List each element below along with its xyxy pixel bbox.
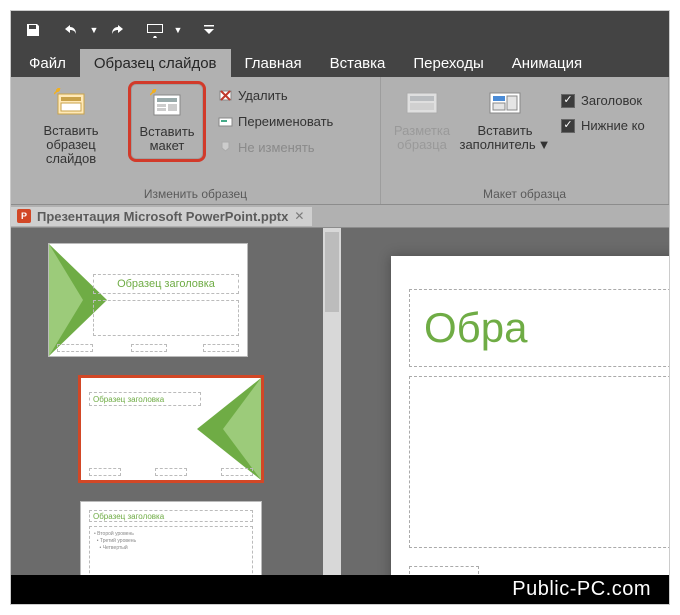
tab-slide-master[interactable]: Образец слайдов xyxy=(80,49,231,77)
slide-master-icon xyxy=(53,85,89,121)
insert-slide-master-label-1: Вставить xyxy=(43,124,98,138)
document-tab[interactable]: P Презентация Microsoft PowerPoint.pptx … xyxy=(11,207,312,226)
powerpoint-file-icon: P xyxy=(17,209,31,223)
tab-file[interactable]: Файл xyxy=(15,49,80,77)
insert-layout-button[interactable]: Вставить макет xyxy=(128,81,206,162)
workspace: Образец заголовка Образец заголовка xyxy=(11,228,669,604)
title-checkbox-label: Заголовок xyxy=(581,93,642,108)
master-layout-label-2: образца xyxy=(397,138,447,152)
thumbnails-scrollbar[interactable] xyxy=(323,228,341,604)
insert-placeholder-label-1: Вставить xyxy=(477,124,532,138)
delete-icon xyxy=(216,86,234,104)
layout-icon xyxy=(149,86,185,122)
slide-editor[interactable]: Обра xyxy=(341,228,669,604)
current-slide[interactable]: Обра xyxy=(391,256,669,596)
thumb-layout2-title: Образец заголовка xyxy=(93,512,164,521)
preserve-icon xyxy=(216,138,234,156)
scrollbar-handle[interactable] xyxy=(325,232,339,312)
undo-button[interactable] xyxy=(57,16,85,44)
footers-checkbox-row[interactable]: ✓ Нижние ко xyxy=(559,114,647,137)
delete-button[interactable]: Удалить xyxy=(213,83,336,107)
undo-dropdown[interactable]: ▼ xyxy=(87,16,101,44)
tab-home[interactable]: Главная xyxy=(231,49,316,77)
ribbon: Вставить образец слайдов Вставить макет xyxy=(11,77,669,205)
preserve-label: Не изменять xyxy=(238,140,315,155)
title-placeholder[interactable]: Обра xyxy=(409,289,669,367)
title-placeholder-text: Обра xyxy=(424,304,527,352)
insert-slide-master-label-2: образец слайдов xyxy=(22,138,120,166)
delete-label: Удалить xyxy=(238,88,288,103)
thumb-layout1-title: Образец заголовка xyxy=(93,395,164,404)
preserve-button[interactable]: Не изменять xyxy=(213,135,336,159)
content-placeholder[interactable] xyxy=(409,376,669,548)
save-button[interactable] xyxy=(19,16,47,44)
insert-placeholder-label-2: заполнитель▼ xyxy=(459,138,550,152)
document-tab-close[interactable]: ✕ xyxy=(294,209,304,223)
slide-master-thumbnail[interactable]: Образец заголовка xyxy=(49,244,247,356)
insert-layout-label-1: Вставить xyxy=(139,125,194,139)
qat-customize-button[interactable] xyxy=(195,16,223,44)
rename-button[interactable]: Переименовать xyxy=(213,109,336,133)
group-master-layout-label: Макет образца xyxy=(381,185,668,204)
chevron-down-icon: ▼ xyxy=(538,137,551,152)
insert-layout-label-2: макет xyxy=(150,139,185,153)
watermark: Public-PC.com xyxy=(11,575,669,604)
document-tab-label: Презентация Microsoft PowerPoint.pptx xyxy=(37,209,288,224)
tab-insert[interactable]: Вставка xyxy=(316,49,400,77)
footers-checkbox-label: Нижние ко xyxy=(581,118,645,133)
group-edit-master-label: Изменить образец xyxy=(11,185,380,204)
layout-thumbnail-1[interactable]: Образец заголовка xyxy=(81,378,261,480)
slideshow-button[interactable] xyxy=(141,16,169,44)
document-tab-bar: P Презентация Microsoft PowerPoint.pptx … xyxy=(11,205,669,228)
footers-checkbox[interactable]: ✓ xyxy=(561,119,575,133)
insert-slide-master-button[interactable]: Вставить образец слайдов xyxy=(17,81,125,171)
title-checkbox[interactable]: ✓ xyxy=(561,94,575,108)
quick-access-toolbar: ▼ ▼ xyxy=(11,11,669,49)
tab-transitions[interactable]: Переходы xyxy=(399,49,497,77)
title-checkbox-row[interactable]: ✓ Заголовок xyxy=(559,89,647,112)
ribbon-tabs: Файл Образец слайдов Главная Вставка Пер… xyxy=(11,49,669,77)
tab-animations[interactable]: Анимация xyxy=(498,49,596,77)
placeholder-icon xyxy=(487,85,523,121)
master-layout-label-1: Разметка xyxy=(394,124,450,138)
thumbnails-pane[interactable]: Образец заголовка Образец заголовка xyxy=(11,228,341,604)
master-layout-icon xyxy=(404,85,440,121)
thumb-master-title: Образец заголовка xyxy=(117,278,215,290)
rename-label: Переименовать xyxy=(238,114,333,129)
redo-button[interactable] xyxy=(103,16,131,44)
slideshow-dropdown[interactable]: ▼ xyxy=(171,16,185,44)
rename-icon xyxy=(216,112,234,130)
master-layout-button: Разметка образца xyxy=(387,81,457,157)
insert-placeholder-button[interactable]: Вставить заполнитель▼ xyxy=(460,81,550,157)
